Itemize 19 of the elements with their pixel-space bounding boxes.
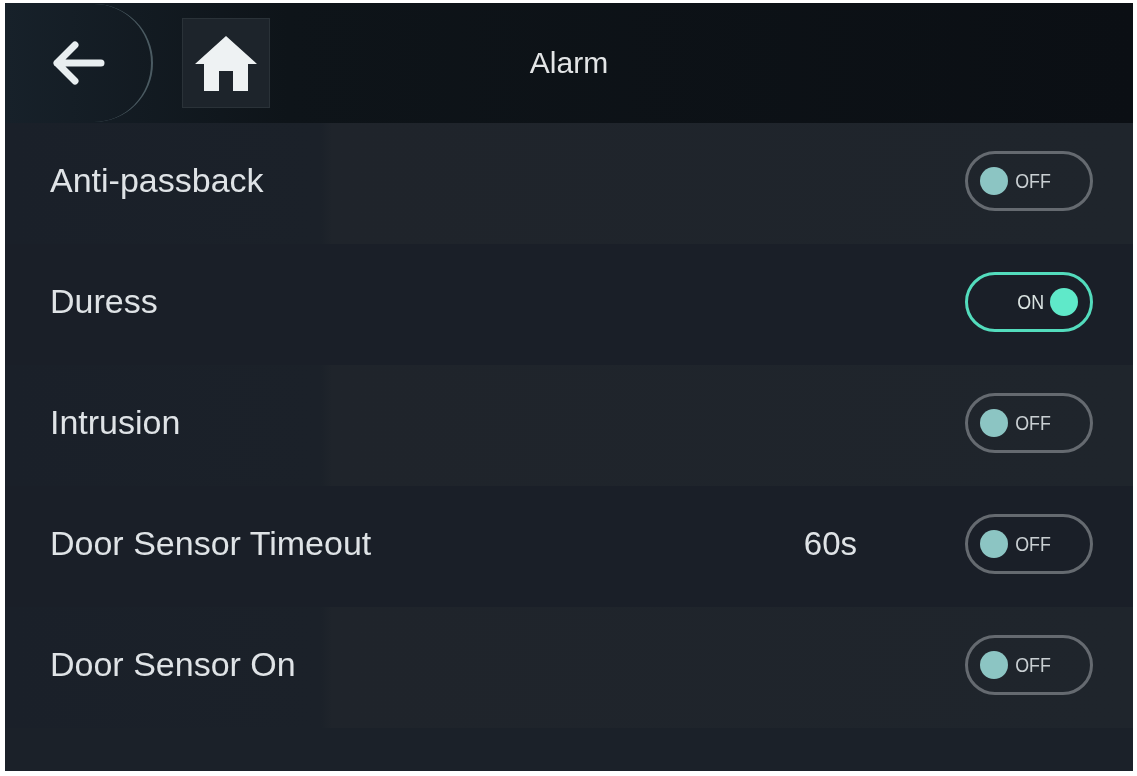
toggle-switch[interactable]: OFF — [965, 150, 1093, 211]
toggle-switch[interactable]: OFF — [965, 634, 1093, 695]
toggle-switch[interactable]: OFF — [965, 513, 1093, 574]
toggle-knob-icon — [980, 529, 1008, 558]
screen-title: Alarm — [529, 45, 609, 81]
toggle-knob-icon — [1050, 287, 1078, 316]
setting-label: Duress — [50, 281, 158, 322]
toggle-knob-icon — [980, 408, 1008, 437]
toggle-knob-icon — [980, 166, 1008, 195]
home-icon — [195, 35, 257, 91]
setting-label: Door Sensor Timeout — [50, 523, 372, 564]
toggle-switch[interactable]: ON — [965, 271, 1093, 332]
toggle-switch[interactable]: OFF — [965, 392, 1093, 453]
setting-label: Anti-passback — [50, 160, 264, 201]
setting-label: Intrusion — [50, 402, 181, 443]
home-button[interactable] — [182, 18, 270, 108]
setting-value: 60s — [803, 523, 857, 564]
setting-label: Door Sensor On — [50, 644, 296, 685]
toggle-knob-icon — [980, 650, 1008, 679]
